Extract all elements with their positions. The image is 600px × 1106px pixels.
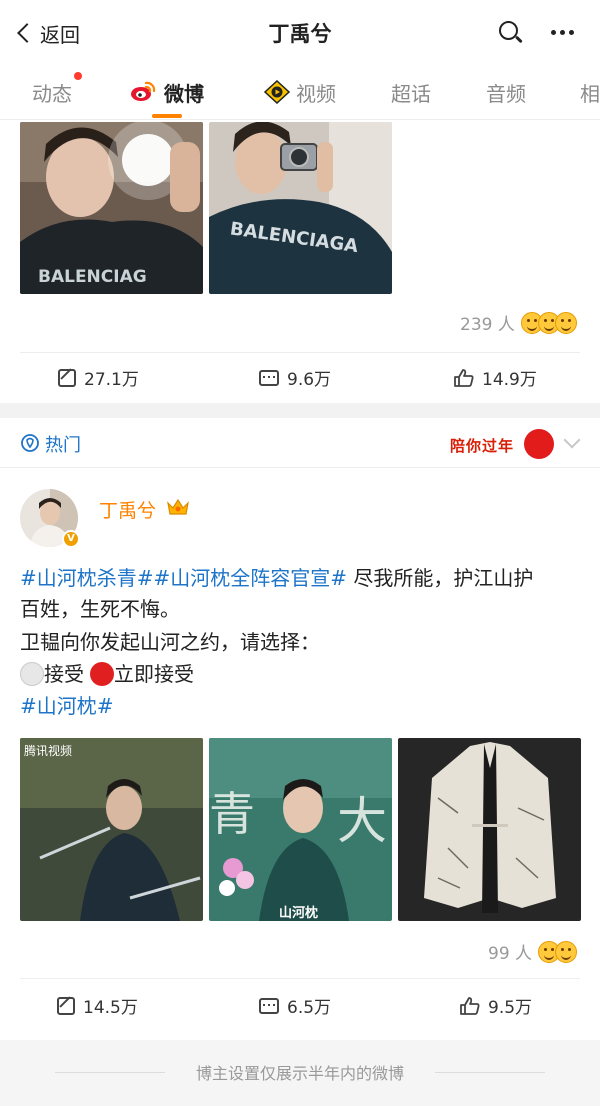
post-photo-1[interactable]: BALENCIAG [20,122,203,294]
comment-count: 6.5万 [287,998,332,1018]
white-circle-icon [20,662,44,686]
lantern-icon [524,429,554,459]
comment-icon [259,369,279,386]
search-button[interactable] [498,20,524,46]
comment-button[interactable]: 9.6万 [259,365,331,390]
like-button[interactable]: 9.5万 [460,993,532,1018]
repost-count: 27.1万 [84,370,139,390]
badge-text: 陪你过年 [450,437,515,455]
post-text-line-3: 卫韫向你发起山河之约，请选择： [20,630,320,654]
more-dots-icon [551,30,556,35]
svg-text:BALENCIAG: BALENCIAG [38,267,147,287]
svg-text:青: 青 [209,787,255,841]
option-accept-now: 立即接受 [114,662,194,686]
reactions-summary[interactable]: 239 人 [460,310,577,335]
new-year-badge[interactable]: 陪你过年 [446,428,556,460]
tab-weibo[interactable]: 微博 [164,78,204,107]
image-watermark: 腾讯视频 [24,744,73,758]
hashtag-link[interactable]: #山河枕杀青##山河枕全阵容官宣# [20,566,347,590]
poster-title: 山河枕 [279,906,319,921]
active-tab-indicator [152,114,182,118]
hot-label: 热门 [45,435,81,456]
mirror-selfie-image: BALENCIAGA [209,122,392,294]
drama-still-image [20,738,203,921]
tab-album[interactable]: 相 [580,78,600,107]
section-divider [0,403,600,418]
verified-badge: V [62,530,80,548]
tab-video[interactable]: 视频 [296,78,336,107]
post-tag-line: #山河枕# [20,691,580,722]
hashtag-link[interactable]: #山河枕# [20,694,114,718]
share-icon [57,996,75,1015]
drama-poster-image: 青 大 [209,738,392,921]
video-tab-icon [263,80,291,104]
reactions-count-2: 99 人 [488,944,533,964]
author-name[interactable]: 丁禹兮 [99,496,156,523]
share-icon [58,368,76,387]
hot-section-header: 热门 陪你过年 [0,418,600,468]
hot-location-icon [21,434,39,452]
reactions-summary-2[interactable]: 99 人 [488,939,578,964]
repost-button[interactable]: 27.1万 [58,365,139,390]
like-count: 14.9万 [482,370,537,390]
post-actions-2: 14.5万 6.5万 9.5万 [0,993,600,1043]
red-circle-icon [90,662,114,686]
notification-dot [74,72,82,80]
crown-badge-icon [167,498,189,515]
tab-super-topic[interactable]: 超话 [391,78,431,107]
thumbs-up-icon [460,996,480,1015]
comment-button[interactable]: 6.5万 [259,993,331,1018]
post-text-line-1: #山河枕杀青##山河枕全阵容官宣# 尽我所能，护江山护 [20,566,534,590]
thumbs-up-icon [454,368,474,387]
option-accept: 接受 [44,662,84,686]
comment-icon [259,997,279,1014]
kiss-emoji-icon [555,940,578,963]
repost-button[interactable]: 14.5万 [57,993,138,1018]
post-photo-3[interactable]: 腾讯视频 [20,738,203,921]
like-button[interactable]: 14.9万 [454,365,537,390]
post-photo-2[interactable]: BALENCIAGA [209,122,392,294]
profile-tabs: 动态 微博 视频 超话 音频 相 [0,64,600,120]
tab-feed[interactable]: 动态 [32,78,72,107]
more-options-button[interactable] [551,30,574,35]
surprised-emoji-icon [554,311,577,334]
top-nav-bar: 返回 丁禹兮 [0,0,600,64]
comment-count: 9.6万 [287,370,332,390]
like-count: 9.5万 [488,998,533,1018]
post-text-line-2: 百姓，生死不悔。 [20,597,180,621]
footer-notice: 博主设置仅展示半年内的微博 [0,1040,600,1106]
svg-text:大: 大 [337,792,387,850]
post-options-line: 接受 立即接受 [20,659,580,690]
tab-audio[interactable]: 音频 [486,78,526,107]
reactions-count: 239 人 [460,315,515,335]
post-photo-4[interactable]: 青 大 山河枕 [209,738,392,921]
mirror-selfie-image: BALENCIAG [20,122,203,294]
post-card-1: BALENCIAG BALENCIAGA 239 人 27.1万 9.6万 14… [0,120,600,403]
weibo-logo-icon [131,81,156,101]
repost-count: 14.5万 [83,998,138,1018]
costume-robe-image [398,738,581,921]
post-photo-5[interactable] [398,738,581,921]
